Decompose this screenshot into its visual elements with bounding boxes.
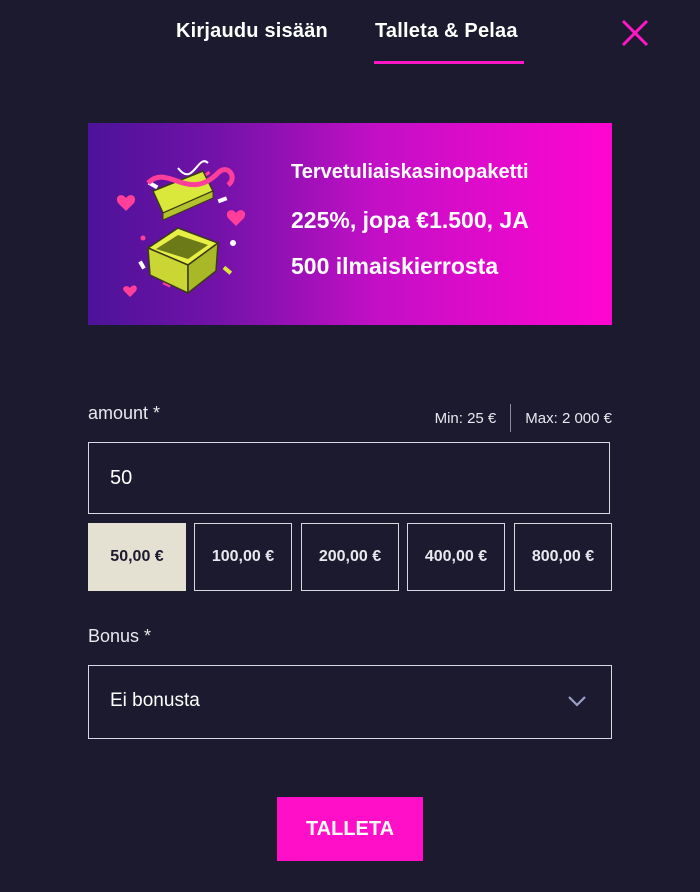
gift-box-icon: [116, 160, 246, 297]
deposit-button[interactable]: TALLETA: [277, 797, 423, 861]
preset-100[interactable]: 100,00 €: [194, 523, 292, 591]
bonus-selected-value: Ei bonusta: [110, 690, 200, 711]
preset-200[interactable]: 200,00 €: [301, 523, 399, 591]
amount-input[interactable]: [88, 442, 610, 514]
preset-50[interactable]: 50,00 €: [88, 523, 186, 591]
tab-login[interactable]: Kirjaudu sisään: [176, 20, 328, 43]
chevron-down-icon: [568, 696, 586, 707]
tab-deposit[interactable]: Talleta & Pelaa: [375, 20, 518, 43]
min-amount: Min: 25 €: [434, 409, 497, 427]
close-button[interactable]: [620, 18, 650, 48]
banner-spins-line: 500 ilmaiskierrosta: [291, 253, 499, 279]
banner-offer-line: 225%, jopa €1.500, JA: [291, 207, 529, 233]
preset-400[interactable]: 400,00 €: [407, 523, 505, 591]
banner-title: Tervetuliaiskasinopaketti: [291, 161, 529, 183]
amount-label: amount *: [88, 403, 161, 423]
amount-limits: Min: 25 € Max: 2 000 €: [435, 404, 612, 432]
active-tab-indicator: [374, 61, 524, 64]
bonus-label: Bonus *: [88, 626, 152, 646]
welcome-bonus-banner: Tervetuliaiskasinopaketti 225%, jopa €1.…: [88, 123, 612, 325]
max-amount: Max: 2 000 €: [525, 409, 612, 427]
preset-800[interactable]: 800,00 €: [514, 523, 612, 591]
close-icon: [621, 19, 649, 47]
tab-bar: Kirjaudu sisään Talleta & Pelaa: [0, 0, 700, 70]
limits-divider: [510, 404, 512, 432]
bonus-select[interactable]: Ei bonusta: [88, 665, 612, 739]
amount-presets: 50,00 € 100,00 € 200,00 € 400,00 € 800,0…: [88, 523, 612, 591]
